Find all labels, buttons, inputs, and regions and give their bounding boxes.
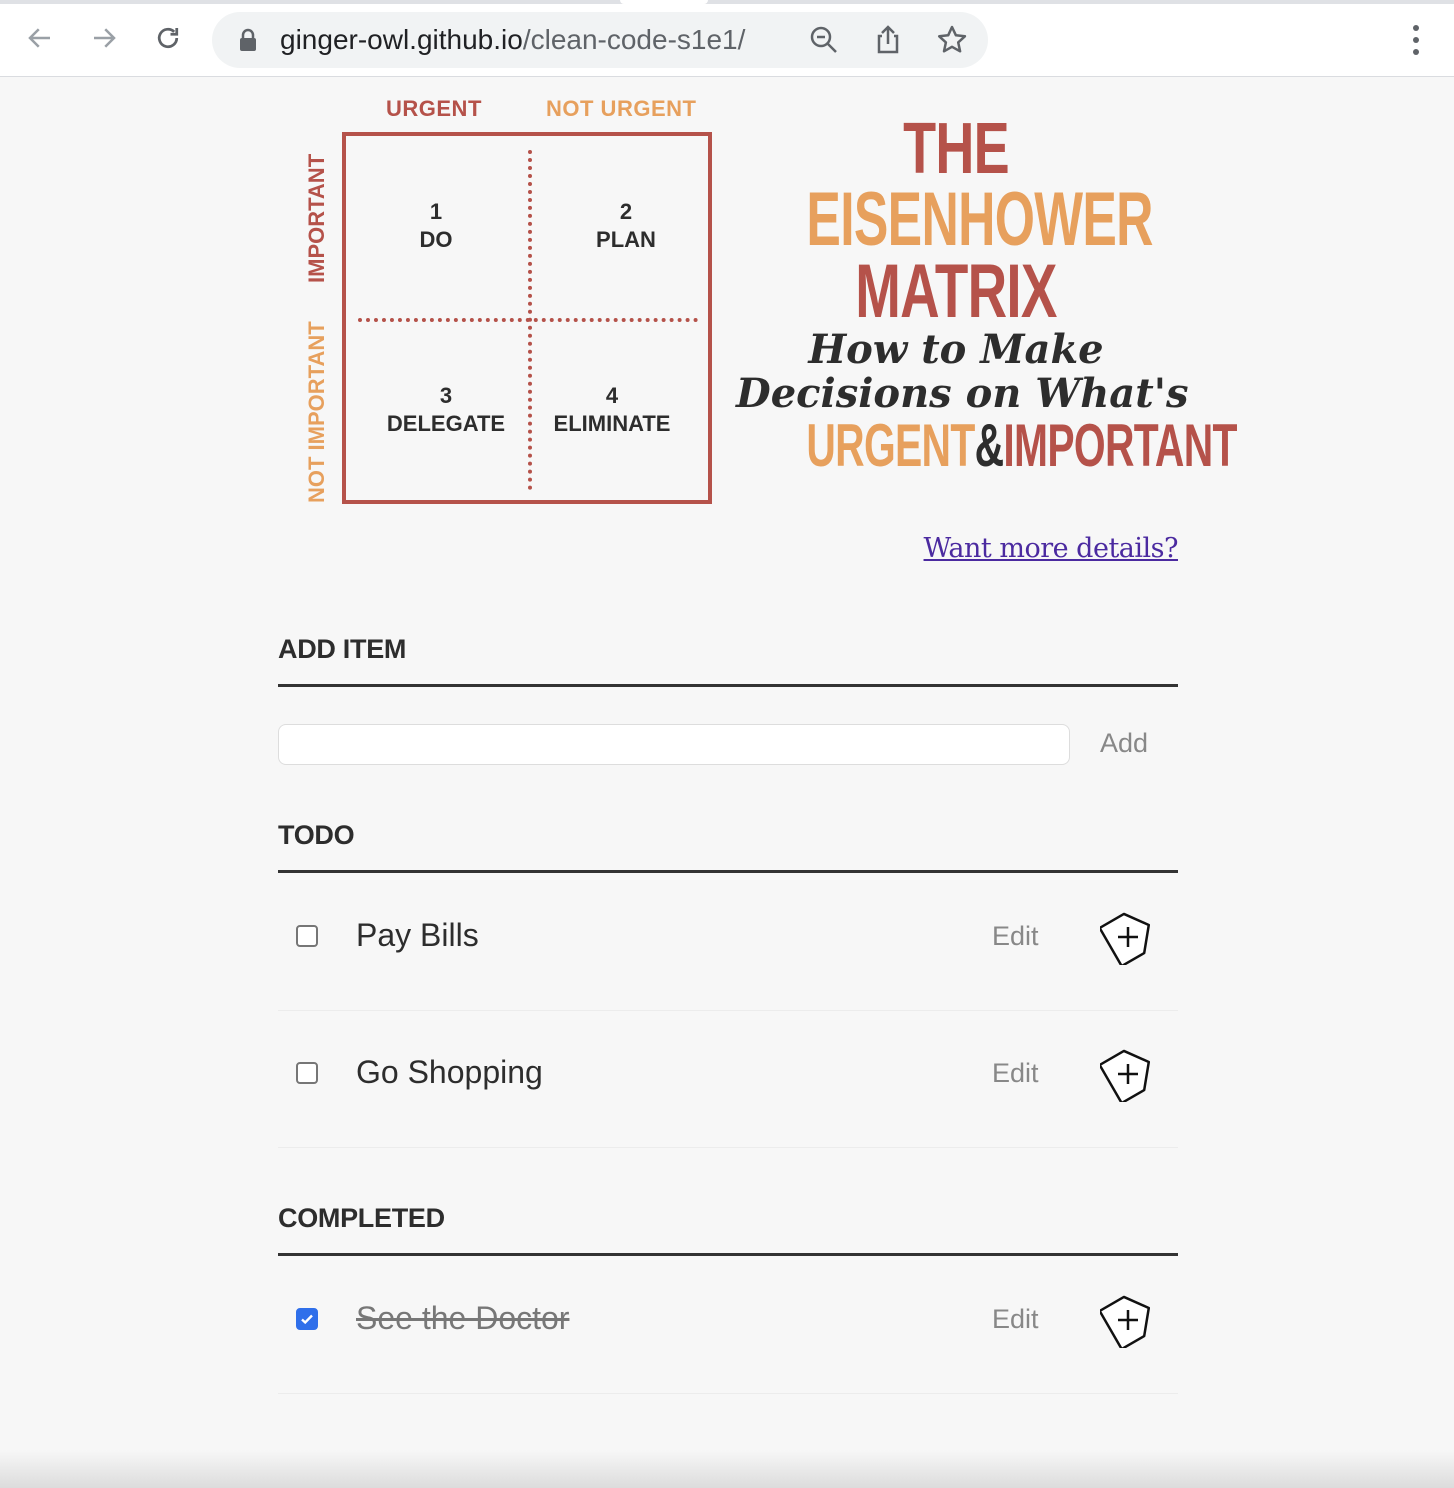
- item-checkbox[interactable]: [296, 925, 318, 947]
- kebab-menu-icon[interactable]: [1400, 22, 1432, 58]
- tag-plus-icon[interactable]: [1100, 1046, 1156, 1102]
- window-bottom-edge: [0, 1450, 1454, 1488]
- reload-icon: [157, 27, 179, 49]
- subtitle-line-1: How to Make: [808, 326, 1104, 373]
- edit-button[interactable]: Edit: [992, 1304, 1039, 1335]
- add-item-divider: [278, 684, 1178, 687]
- quadrant-number: 2: [619, 199, 633, 224]
- item-label: See the Doctor: [356, 1300, 570, 1336]
- subtitle-line-2: Decisions on What's: [736, 370, 1189, 417]
- subtitle-urgent-important: URGENT&IMPORTANT: [806, 416, 1237, 476]
- matrix-title: THE EISENHOWER MATRIX How to Make Decisi…: [736, 109, 1237, 476]
- quadrant-do: 1 DO: [386, 198, 486, 254]
- quadrant-label: DELEGATE: [386, 411, 506, 436]
- subtitle-important: IMPORTANT: [1003, 412, 1237, 479]
- arrow-right-icon: [94, 28, 116, 48]
- quadrant-delegate: 3 DELEGATE: [366, 382, 526, 438]
- subtitle-ampersand: &: [974, 412, 1004, 479]
- more-details-link[interactable]: Want more details?: [924, 533, 1179, 564]
- quadrant-number: 1: [429, 199, 443, 224]
- todo-item: Go Shopping Edit: [278, 1010, 1178, 1148]
- zoom-out-icon[interactable]: [808, 24, 840, 56]
- add-button[interactable]: Add: [1100, 728, 1148, 759]
- browser-toolbar: ginger-owl.github.io/clean-code-s1e1/: [0, 4, 1454, 77]
- completed-heading: COMPLETED: [278, 1203, 445, 1233]
- quadrant-number: 3: [439, 383, 453, 408]
- title-the: THE: [903, 109, 1010, 189]
- lock-icon: [240, 28, 256, 51]
- edit-button[interactable]: Edit: [992, 921, 1039, 952]
- url-host: ginger-owl.github.io: [280, 24, 523, 55]
- label-not-important: NOT IMPORTANT: [304, 321, 329, 503]
- todo-item: Pay Bills Edit: [278, 873, 1178, 1011]
- tag-plus-icon[interactable]: [1100, 1292, 1156, 1348]
- completed-item: See the Doctor Edit: [278, 1256, 1178, 1394]
- quadrant-eliminate: 4 ELIMINATE: [542, 382, 682, 438]
- arrow-left-icon: [28, 28, 50, 48]
- item-label: Go Shopping: [356, 1054, 543, 1090]
- title-eisenhower: EISENHOWER: [806, 177, 1153, 262]
- quadrant-label: PLAN: [596, 227, 656, 252]
- matrix-grid: 1 DO 2 PLAN 3 DELEGATE 4 ELIMINATE: [342, 132, 712, 504]
- todo-heading: TODO: [278, 820, 355, 850]
- new-item-input[interactable]: [278, 724, 1070, 765]
- label-important: IMPORTANT: [304, 153, 329, 283]
- title-matrix: MATRIX: [855, 249, 1057, 334]
- reload-button[interactable]: [148, 18, 188, 58]
- quadrant-label: DO: [419, 227, 453, 252]
- forward-button[interactable]: [84, 18, 124, 58]
- subtitle-urgent: URGENT: [806, 412, 975, 479]
- add-item-heading: ADD ITEM: [278, 634, 407, 664]
- item-checkbox-checked[interactable]: [296, 1308, 318, 1330]
- share-icon[interactable]: [872, 24, 904, 56]
- checkmark-icon: [301, 1314, 313, 1325]
- address-bar[interactable]: ginger-owl.github.io/clean-code-s1e1/: [212, 12, 988, 68]
- label-not-urgent: NOT URGENT: [546, 96, 697, 121]
- label-urgent: URGENT: [386, 96, 482, 121]
- url-text[interactable]: ginger-owl.github.io/clean-code-s1e1/: [280, 24, 745, 56]
- item-checkbox[interactable]: [296, 1062, 318, 1084]
- eisenhower-matrix-image: URGENT NOT URGENT IMPORTANT NOT IMPORTAN…: [278, 78, 1237, 518]
- horizontal-divider: [358, 318, 698, 322]
- url-path: /clean-code-s1e1/: [522, 24, 746, 55]
- item-label: Pay Bills: [356, 917, 479, 953]
- quadrant-plan: 2 PLAN: [566, 198, 686, 254]
- back-button[interactable]: [20, 18, 60, 58]
- edit-button[interactable]: Edit: [992, 1058, 1039, 1089]
- quadrant-label: ELIMINATE: [553, 411, 671, 436]
- star-icon[interactable]: [936, 24, 968, 56]
- tag-plus-icon[interactable]: [1100, 909, 1156, 965]
- quadrant-number: 4: [605, 383, 619, 408]
